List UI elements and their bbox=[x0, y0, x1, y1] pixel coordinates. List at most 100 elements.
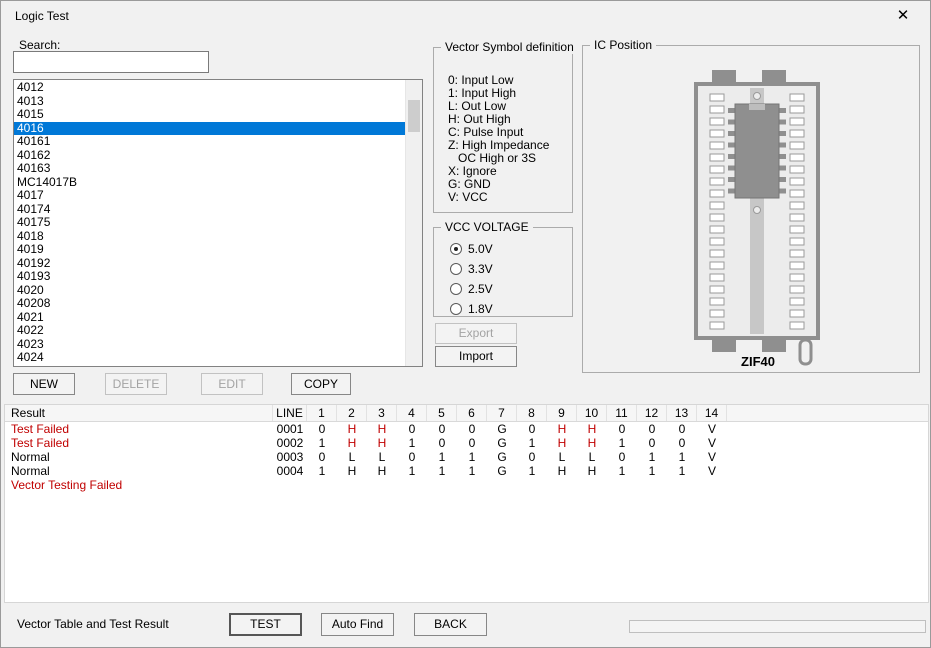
radio-unchecked-icon[interactable] bbox=[450, 263, 462, 275]
ic-list-items: 4012401340154016401614016240163MC14017B4… bbox=[14, 81, 405, 367]
test-button[interactable]: TEST bbox=[229, 613, 302, 636]
pin-column-header[interactable]: 12 bbox=[637, 405, 667, 421]
list-item[interactable]: 4024 bbox=[14, 351, 405, 365]
pin-column-header[interactable]: 1 bbox=[307, 405, 337, 421]
list-item[interactable]: 4012 bbox=[14, 81, 405, 95]
zif-socket-graphic bbox=[688, 70, 828, 370]
auto-find-button[interactable]: Auto Find bbox=[321, 613, 394, 636]
vcc-option-label: 3.3V bbox=[468, 262, 493, 276]
list-item[interactable]: 4016 bbox=[14, 122, 405, 136]
pin-column-header[interactable]: 4 bbox=[397, 405, 427, 421]
pin-cell: H bbox=[547, 464, 577, 478]
vcc-option-label: 2.5V bbox=[468, 282, 493, 296]
row-filler bbox=[727, 436, 928, 450]
pin-cell: H bbox=[577, 436, 607, 450]
titlebar: Logic Test ✕ bbox=[1, 1, 930, 31]
list-item[interactable]: 40163 bbox=[14, 162, 405, 176]
table-row[interactable]: Test Failed00021HH100G1HH100V bbox=[5, 436, 928, 450]
pin-column-header[interactable]: 13 bbox=[667, 405, 697, 421]
table-header-row: Result LINE 1234567891011121314 bbox=[5, 405, 928, 422]
vcc-option-5.0V[interactable]: 5.0V bbox=[450, 242, 493, 256]
pin-cell: 0 bbox=[607, 450, 637, 464]
list-item[interactable]: 4013 bbox=[14, 95, 405, 109]
list-item[interactable]: 4020 bbox=[14, 284, 405, 298]
close-icon[interactable]: ✕ bbox=[886, 5, 920, 27]
pin-column-header[interactable]: 5 bbox=[427, 405, 457, 421]
list-item[interactable]: 40192 bbox=[14, 257, 405, 271]
pin-column-header[interactable]: 14 bbox=[697, 405, 727, 421]
pin-cell: 0 bbox=[517, 450, 547, 464]
header-filler bbox=[727, 405, 928, 421]
back-button[interactable]: BACK bbox=[414, 613, 487, 636]
pin-cell: H bbox=[547, 436, 577, 450]
result-column-header[interactable]: Result bbox=[5, 405, 273, 421]
pin-column-header[interactable]: 8 bbox=[517, 405, 547, 421]
radio-checked-icon[interactable] bbox=[450, 243, 462, 255]
list-item[interactable]: 4015 bbox=[14, 108, 405, 122]
vcc-option-1.8V[interactable]: 1.8V bbox=[450, 302, 493, 316]
line-cell: 0001 bbox=[273, 422, 307, 436]
list-item[interactable]: 4022 bbox=[14, 324, 405, 338]
ic-position-groupbox: IC Position ZIF40 bbox=[582, 45, 920, 373]
edit-button: EDIT bbox=[201, 373, 263, 395]
import-button[interactable]: Import bbox=[435, 346, 517, 367]
list-item[interactable]: 40175 bbox=[14, 216, 405, 230]
list-item[interactable]: 40174 bbox=[14, 203, 405, 217]
scrollbar-thumb[interactable] bbox=[408, 100, 420, 132]
table-row[interactable]: Normal00030LL011G0LL011V bbox=[5, 450, 928, 464]
pin-column-header[interactable]: 9 bbox=[547, 405, 577, 421]
footer-status-label: Vector Table and Test Result bbox=[17, 612, 169, 636]
list-scrollbar[interactable] bbox=[405, 80, 422, 366]
pin-cell: 0 bbox=[427, 436, 457, 450]
ic-list: 4012401340154016401614016240163MC14017B4… bbox=[13, 79, 423, 367]
pin-column-header[interactable]: 10 bbox=[577, 405, 607, 421]
table-row[interactable]: Vector Testing Failed bbox=[5, 478, 928, 492]
logic-test-dialog: Logic Test ✕ Search: 4012401340154016401… bbox=[0, 0, 931, 648]
list-item[interactable]: MC14017B bbox=[14, 176, 405, 190]
pin-cell bbox=[547, 478, 577, 492]
pin-cell bbox=[667, 478, 697, 492]
list-item[interactable]: 4023 bbox=[14, 338, 405, 352]
pin-cell: H bbox=[337, 436, 367, 450]
list-item[interactable]: 4017 bbox=[14, 189, 405, 203]
table-body: Test Failed00010HH000G0HH000VTest Failed… bbox=[5, 422, 928, 492]
pin-cell: L bbox=[577, 450, 607, 464]
search-input[interactable] bbox=[13, 51, 209, 73]
pin-cell: G bbox=[487, 422, 517, 436]
pin-column-header[interactable]: 3 bbox=[367, 405, 397, 421]
list-item[interactable]: 40193 bbox=[14, 270, 405, 284]
list-item[interactable]: 4018 bbox=[14, 230, 405, 244]
vcc-option-3.3V[interactable]: 3.3V bbox=[450, 262, 493, 276]
pin-cell bbox=[517, 478, 547, 492]
pin-cell: H bbox=[337, 422, 367, 436]
list-item[interactable]: 40162 bbox=[14, 149, 405, 163]
result-cell: Vector Testing Failed bbox=[5, 478, 273, 492]
radio-unchecked-icon[interactable] bbox=[450, 283, 462, 295]
table-row[interactable]: Test Failed00010HH000G0HH000V bbox=[5, 422, 928, 436]
radio-unchecked-icon[interactable] bbox=[450, 303, 462, 315]
list-item[interactable]: 4025 bbox=[14, 365, 405, 368]
pin-column-header[interactable]: 2 bbox=[337, 405, 367, 421]
pin-cell bbox=[307, 478, 337, 492]
pin-cell: G bbox=[487, 464, 517, 478]
pin-cell: 1 bbox=[457, 464, 487, 478]
new-button[interactable]: NEW bbox=[13, 373, 75, 395]
result-cell: Normal bbox=[5, 464, 273, 478]
table-row[interactable]: Normal00041HH111G1HH111V bbox=[5, 464, 928, 478]
pin-cell: L bbox=[337, 450, 367, 464]
list-item[interactable]: 40161 bbox=[14, 135, 405, 149]
list-item[interactable]: 4021 bbox=[14, 311, 405, 325]
pin-column-header[interactable]: 7 bbox=[487, 405, 517, 421]
vcc-option-2.5V[interactable]: 2.5V bbox=[450, 282, 493, 296]
pin-cell: H bbox=[367, 436, 397, 450]
pin-cell: H bbox=[367, 464, 397, 478]
pin-cell: 0 bbox=[397, 422, 427, 436]
delete-button: DELETE bbox=[105, 373, 167, 395]
list-item[interactable]: 40208 bbox=[14, 297, 405, 311]
pin-cell: 1 bbox=[607, 436, 637, 450]
line-column-header[interactable]: LINE bbox=[273, 405, 307, 421]
list-item[interactable]: 4019 bbox=[14, 243, 405, 257]
pin-column-header[interactable]: 6 bbox=[457, 405, 487, 421]
pin-column-header[interactable]: 11 bbox=[607, 405, 637, 421]
copy-button[interactable]: COPY bbox=[291, 373, 351, 395]
